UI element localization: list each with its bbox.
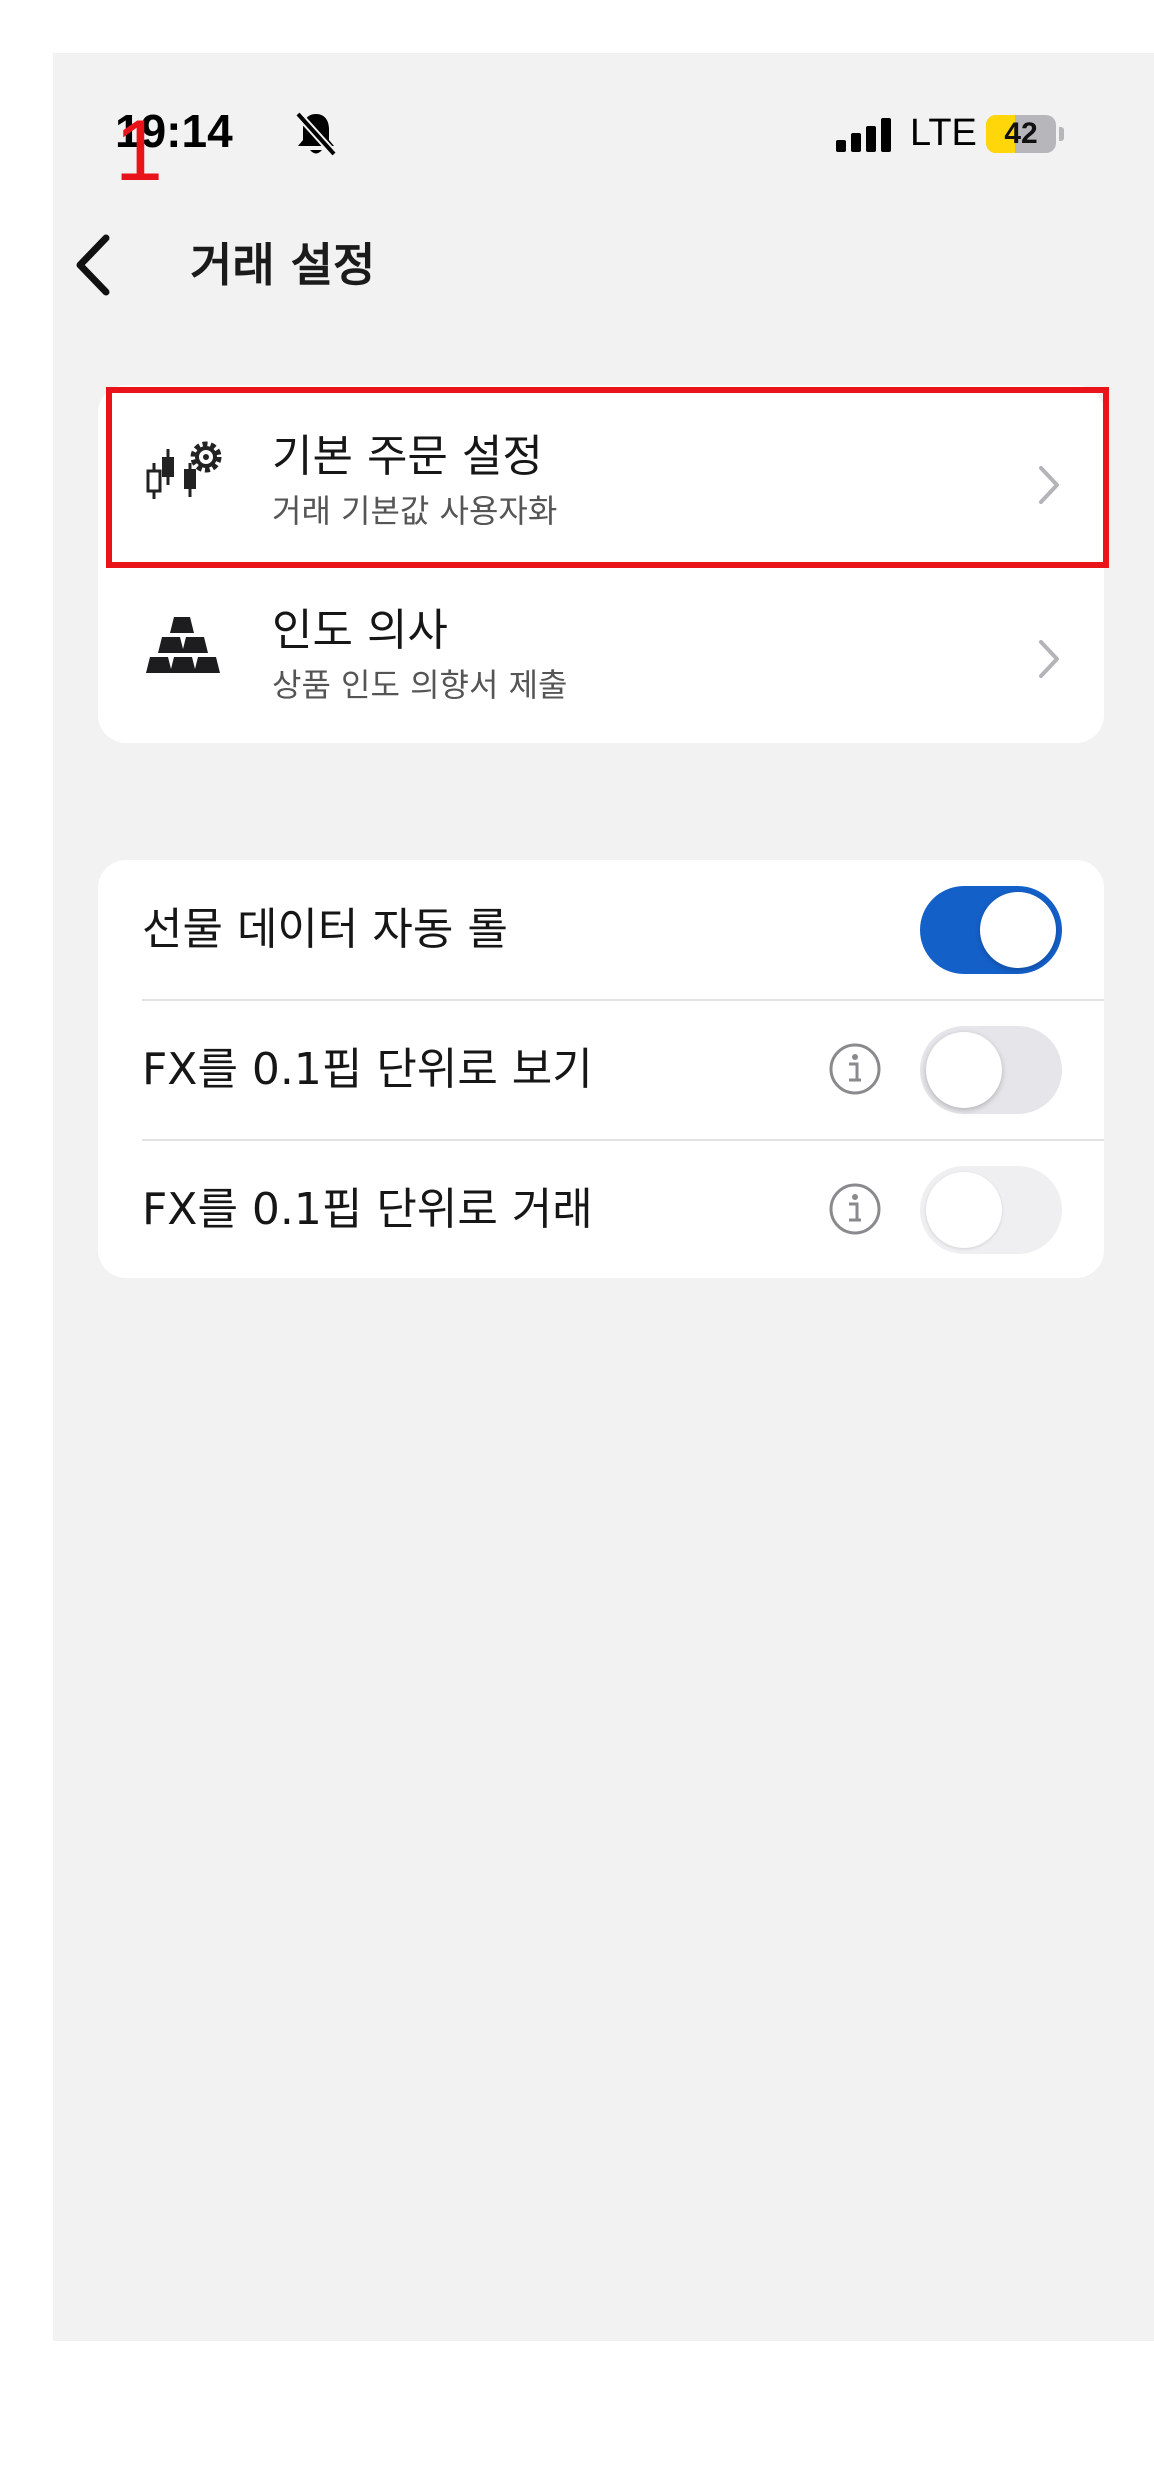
info-icon[interactable] [828, 1042, 882, 1096]
fx-view-pips-switch[interactable] [920, 1026, 1062, 1114]
back-chevron-icon[interactable] [70, 232, 120, 298]
menu-item-title: 인도 의사 [272, 605, 448, 656]
menu-item-subtitle: 상품 인도 의향서 제출 [272, 666, 568, 704]
toggle-row-fx-view-pips: FX를 0.1핍 단위로 보기 [98, 1000, 1104, 1140]
bell-slash-icon [295, 111, 337, 157]
toggle-row-futures-auto-roll: 선물 데이터 자동 롤 [98, 860, 1104, 1000]
page-title: 거래 설정 [190, 238, 376, 292]
battery-level-label: 42 [1004, 117, 1038, 150]
futures-auto-roll-switch[interactable] [920, 886, 1062, 974]
toggle-label: FX를 0.1핍 단위로 보기 [142, 1044, 593, 1095]
switch-knob [926, 1172, 1002, 1248]
info-icon[interactable] [828, 1182, 882, 1236]
toggle-row-fx-trade-pips: FX를 0.1핍 단위로 거래 [98, 1140, 1104, 1278]
highlight-annotation-box [106, 387, 1109, 568]
cellular-signal-icon [836, 118, 891, 152]
toggle-label: FX를 0.1핍 단위로 거래 [142, 1184, 593, 1235]
switch-knob [926, 1032, 1002, 1108]
annotation-number: 1 [115, 103, 163, 199]
gold-bars-icon [146, 617, 220, 673]
toggle-settings-card: 선물 데이터 자동 롤 FX를 0.1핍 단위로 보기 FX를 0.1핍 단위로… [98, 860, 1104, 1278]
switch-knob [980, 892, 1056, 968]
battery-tip [1059, 127, 1064, 141]
chevron-right-icon [1039, 640, 1059, 678]
fx-trade-pips-switch[interactable] [920, 1166, 1062, 1254]
menu-item-delivery-intention[interactable]: 인도 의사 상품 인도 의향서 제출 [98, 563, 1104, 739]
battery-indicator: 42 [986, 115, 1056, 153]
toggle-label: 선물 데이터 자동 롤 [142, 904, 508, 955]
network-type-label: LTE [910, 112, 977, 154]
